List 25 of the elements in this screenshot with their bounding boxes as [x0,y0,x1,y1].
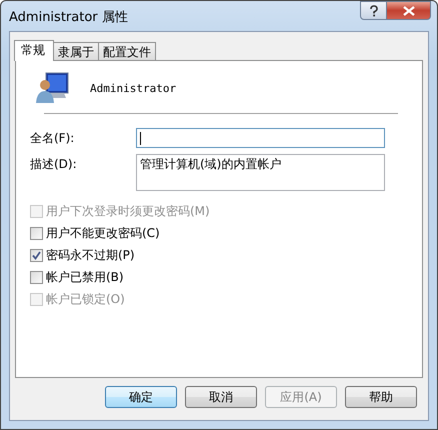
help-button[interactable] [360,1,387,20]
user-name: Administrator [90,82,176,94]
checkbox-label: 用户下次登录时须更改密码(M) [46,202,210,220]
field-label: 描述(D): [30,156,78,173]
checkbox[interactable] [30,226,43,240]
close-button[interactable] [387,1,431,20]
dialog-button[interactable]: 确定 [105,386,177,408]
checkbox-label: 帐户已禁用(B) [46,268,124,286]
window-title: Administrator 属性 [9,9,128,26]
text-field[interactable]: 管理计算机(域)的内置帐户 [136,154,385,191]
checkbox-label: 帐户已锁定(O) [46,290,125,308]
user-computer-icon [36,72,70,104]
checkbox[interactable] [30,270,43,284]
help-icon [368,4,378,16]
checkbox[interactable] [30,248,43,262]
checkbox-label: 用户不能更改密码(C) [46,224,160,242]
checkbox-label: 密码永不过期(P) [46,246,135,264]
close-icon [402,6,414,16]
text-field[interactable] [136,128,385,148]
tab[interactable]: 配置文件 [98,42,156,60]
tab[interactable]: 隶属于 [53,42,99,60]
field-label: 全名(F): [30,130,76,147]
tab[interactable]: 常规 [14,40,54,61]
dialog-button[interactable]: 帮助 [345,386,417,408]
dialog-button[interactable]: 取消 [185,386,257,408]
